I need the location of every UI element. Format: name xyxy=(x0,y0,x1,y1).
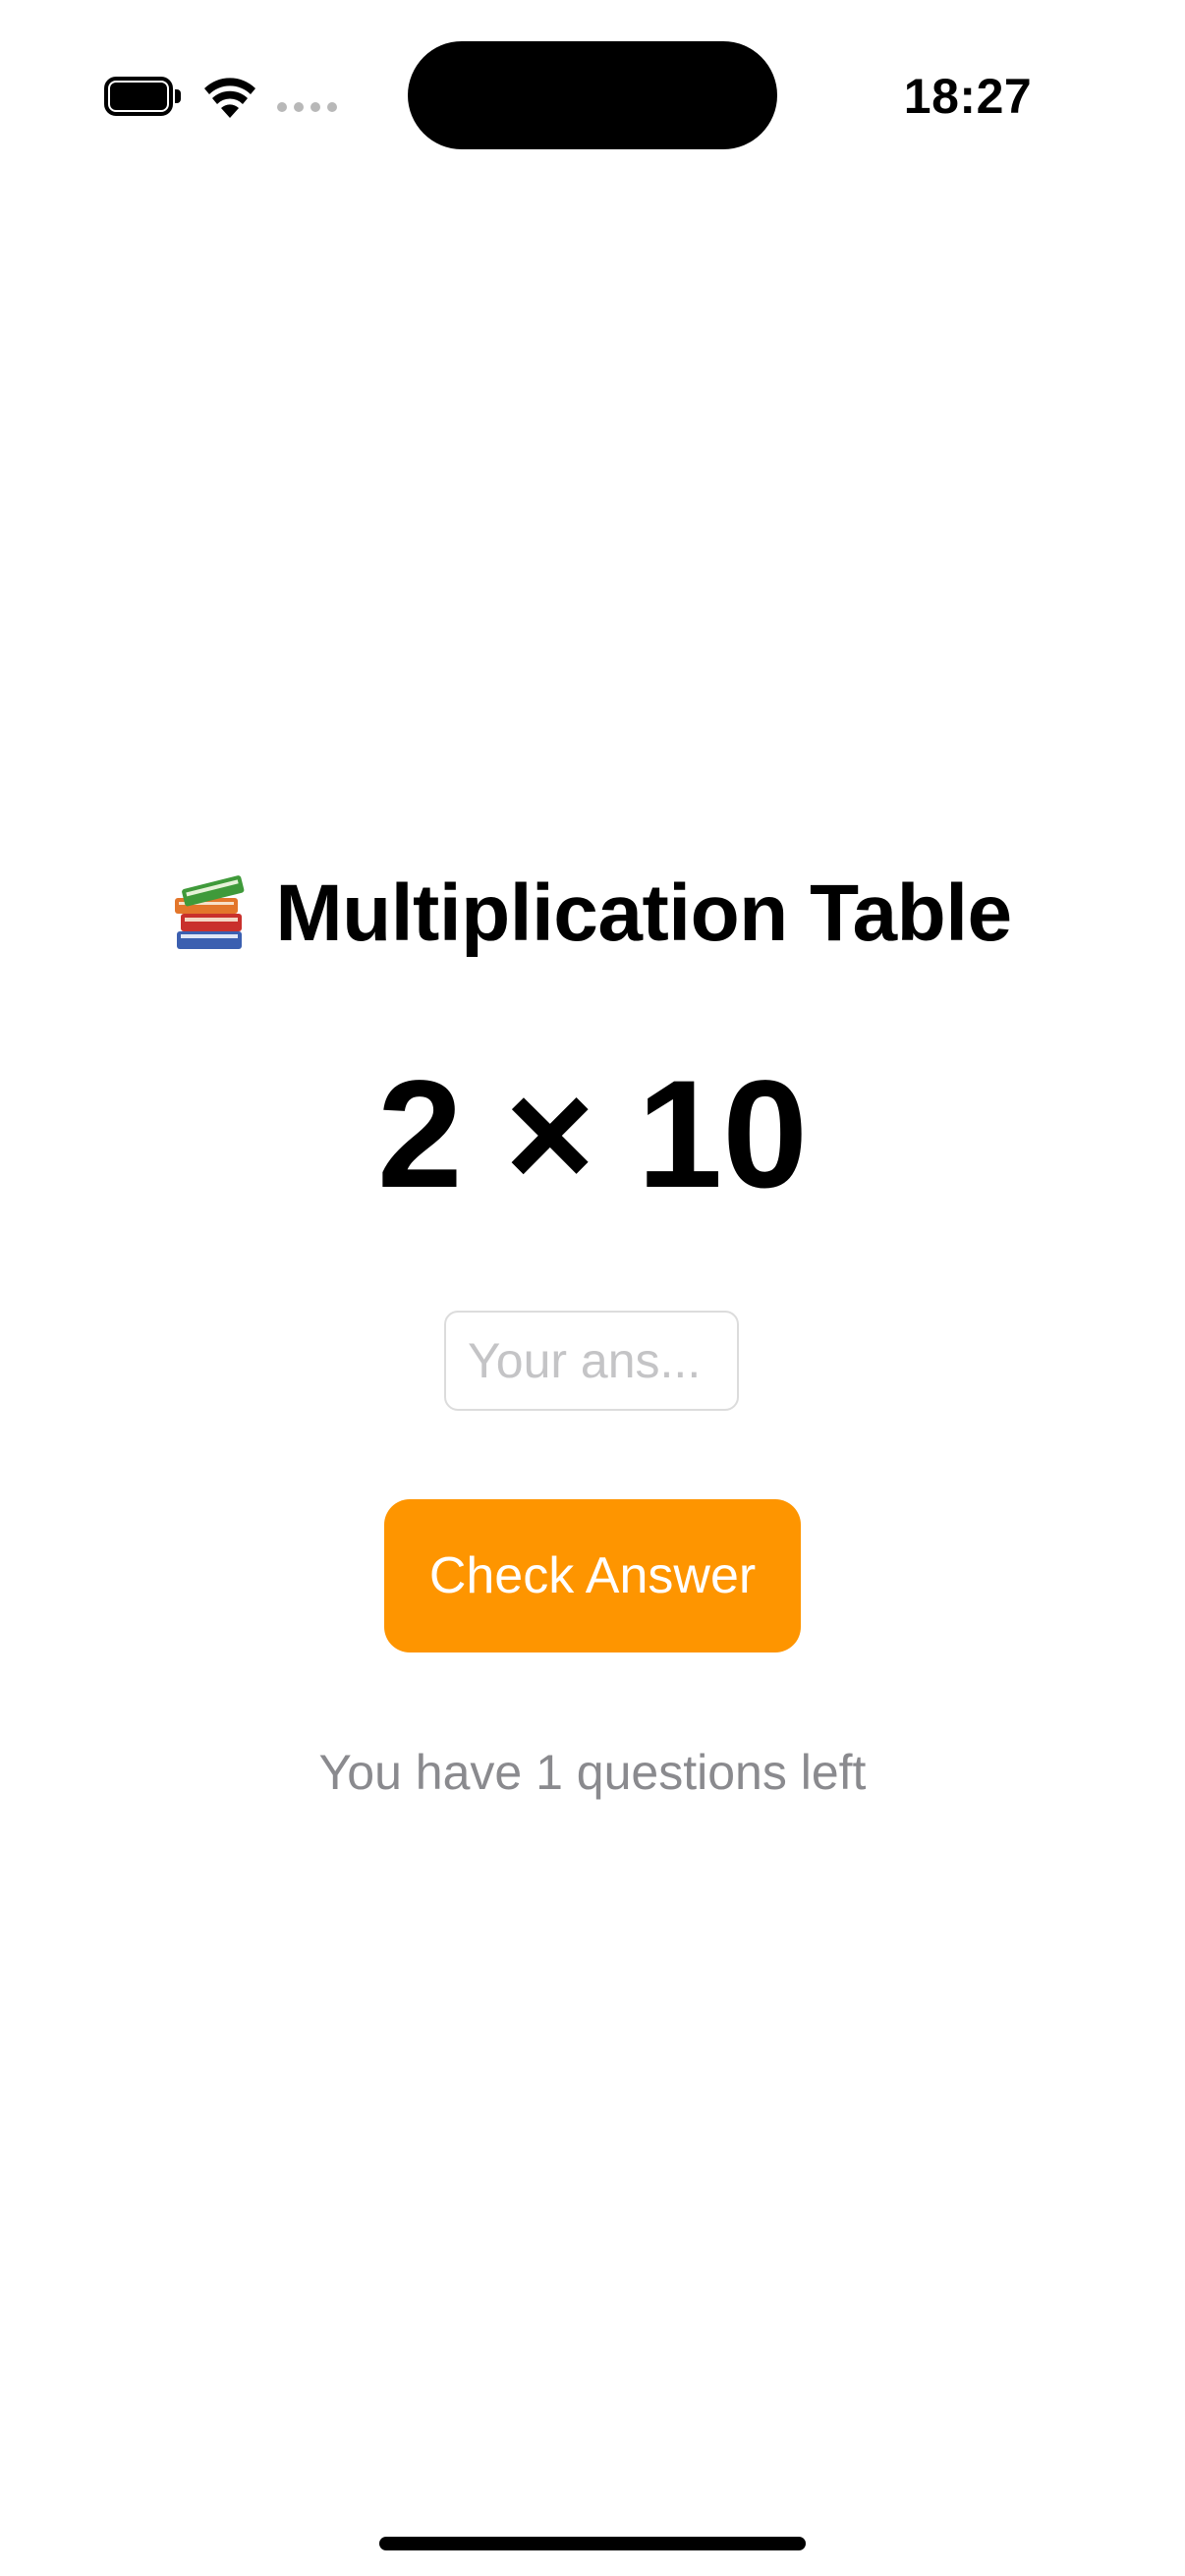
questions-left-label: You have 1 questions left xyxy=(318,1745,867,1800)
battery-icon xyxy=(104,77,181,116)
wifi-icon xyxy=(204,78,255,118)
question-text: 2 × 10 xyxy=(376,1049,809,1220)
books-icon xyxy=(175,875,245,949)
check-answer-button[interactable]: Check Answer xyxy=(384,1499,801,1652)
answer-input[interactable] xyxy=(444,1311,739,1411)
page-title: Multiplication Table xyxy=(275,868,1012,958)
cellular-signal-icon xyxy=(277,102,338,116)
header: Multiplication Table xyxy=(0,867,1185,961)
dynamic-island xyxy=(408,41,777,149)
status-time: 18:27 xyxy=(903,69,1033,124)
status-bar: 18:27 xyxy=(0,0,1185,196)
home-indicator[interactable] xyxy=(379,2537,806,2550)
